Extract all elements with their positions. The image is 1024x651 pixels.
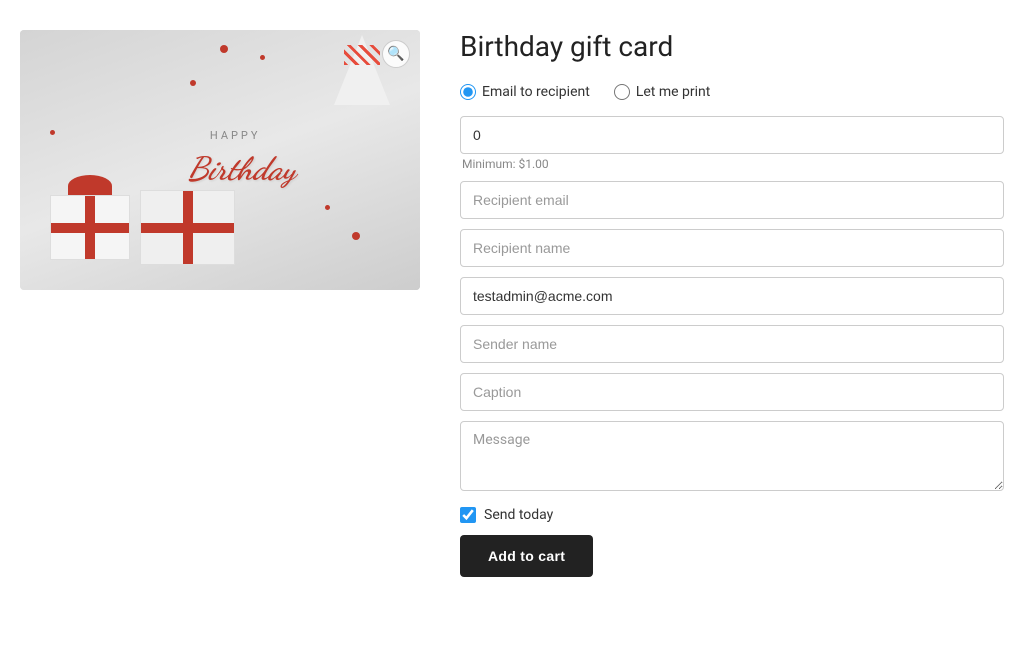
- zoom-icon[interactable]: 🔍: [382, 40, 410, 68]
- sender-name-input[interactable]: [460, 325, 1004, 363]
- send-today-group: Send today: [460, 507, 1004, 523]
- minimum-label: Minimum: $1.00: [462, 157, 1004, 171]
- message-group: [460, 421, 1004, 495]
- amount-input[interactable]: [460, 116, 1004, 154]
- caption-input[interactable]: [460, 373, 1004, 411]
- happy-text: HAPPY: [210, 129, 261, 142]
- let-me-print-label: Let me print: [636, 84, 711, 100]
- send-today-checkbox[interactable]: [460, 507, 476, 523]
- party-hat-decoration: [334, 35, 390, 105]
- page-container: HAPPY Birthday 🔍 Birthday gift card Emai…: [0, 0, 1024, 607]
- email-to-recipient-option[interactable]: Email to recipient: [460, 84, 590, 100]
- product-title: Birthday gift card: [460, 30, 1004, 64]
- confetti-dot: [190, 80, 196, 86]
- caption-group: [460, 373, 1004, 411]
- sender-email-input[interactable]: [460, 277, 1004, 315]
- amount-group: Minimum: $1.00: [460, 116, 1004, 171]
- add-to-cart-button[interactable]: Add to cart: [460, 535, 593, 577]
- let-me-print-option[interactable]: Let me print: [614, 84, 711, 100]
- send-today-label[interactable]: Send today: [484, 507, 553, 523]
- confetti-dot: [220, 45, 228, 53]
- delivery-options: Email to recipient Let me print: [460, 84, 1004, 100]
- email-to-recipient-radio[interactable]: [460, 84, 476, 100]
- confetti-dot: [352, 232, 360, 240]
- email-to-recipient-label: Email to recipient: [482, 84, 590, 100]
- birthday-background: HAPPY Birthday: [20, 30, 420, 290]
- confetti-dot: [50, 130, 55, 135]
- recipient-email-group: [460, 181, 1004, 219]
- gift-box-2: [140, 190, 235, 265]
- let-me-print-radio[interactable]: [614, 84, 630, 100]
- gift-box-1: [50, 195, 130, 260]
- birthday-text: Birthday: [188, 150, 296, 188]
- gift-bow-decoration: [68, 175, 112, 197]
- sender-name-group: [460, 325, 1004, 363]
- product-image: HAPPY Birthday 🔍: [20, 30, 420, 290]
- product-image-section: HAPPY Birthday 🔍: [20, 30, 420, 290]
- confetti-dot: [325, 205, 330, 210]
- confetti-dot: [260, 55, 265, 60]
- recipient-email-input[interactable]: [460, 181, 1004, 219]
- recipient-name-input[interactable]: [460, 229, 1004, 267]
- product-details-section: Birthday gift card Email to recipient Le…: [460, 30, 1004, 577]
- message-textarea[interactable]: [460, 421, 1004, 491]
- sender-email-group: [460, 277, 1004, 315]
- recipient-name-group: [460, 229, 1004, 267]
